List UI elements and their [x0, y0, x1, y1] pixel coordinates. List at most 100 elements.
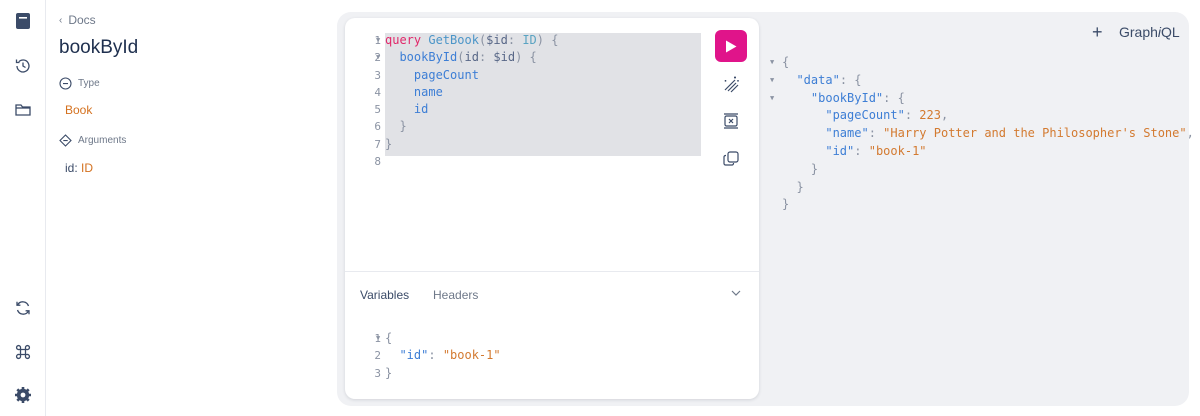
code-token: ) { [536, 33, 559, 47]
settings-icon[interactable] [11, 383, 35, 407]
code-text: } [385, 118, 407, 135]
line-number: 5 [374, 103, 381, 117]
code-line: 3 pageCount [345, 67, 715, 84]
argument-type-link[interactable]: ID [81, 161, 93, 175]
docs-icon[interactable] [11, 9, 35, 33]
code-token: } [385, 136, 393, 151]
result-text: "bookById": { [782, 90, 905, 108]
code-token: id [413, 102, 429, 117]
fold-icon[interactable]: ▼ [770, 90, 774, 108]
docs-back-link[interactable]: ‹ Docs [59, 13, 96, 27]
code-token: "data" [796, 72, 840, 87]
execute-query-button[interactable] [715, 30, 747, 62]
code-token: ID [522, 33, 537, 47]
command-icon[interactable] [11, 340, 35, 364]
tab-variables[interactable]: Variables [360, 288, 409, 302]
code-token: } [782, 179, 804, 194]
argument-separator: : [74, 161, 82, 175]
variables-editor[interactable]: 1 ▼{2 "id": "book-1" 3} [345, 330, 645, 382]
docs-panel: ‹ Docs bookById Type Book Arguments id: … [47, 0, 337, 416]
type-icon [59, 77, 72, 90]
query-editor[interactable]: 1 ▼ query GetBook($id: ID) {2 ▼ bookById(id… [345, 32, 715, 170]
folder-icon[interactable] [11, 98, 35, 122]
argument-item[interactable]: id: ID [65, 161, 93, 175]
code-text: pageCount [385, 67, 479, 84]
prettify-button[interactable] [721, 74, 741, 94]
line-number: 7 [374, 137, 381, 151]
code-token: : [478, 50, 494, 65]
code-token: "Harry Potter and the Philosopher's Ston… [883, 126, 1187, 141]
argument-icon [59, 134, 72, 147]
result-panel: + GraphiQL ▼{▼ "data": {▼ "bookById": { … [762, 12, 1194, 406]
code-line: 1 ▼{ [345, 330, 645, 347]
code-token: : [428, 348, 443, 363]
code-token: } [385, 365, 393, 380]
args-section-label: Arguments [78, 135, 127, 146]
result-text: "data": { [782, 72, 861, 90]
code-text: } [385, 136, 392, 153]
docs-type-section: Type [59, 77, 100, 90]
merge-icon [724, 113, 738, 129]
prettify-icon [724, 76, 739, 93]
merge-fragments-button[interactable] [721, 111, 741, 131]
code-token: } [782, 197, 790, 212]
logo-prefix: Graph [1119, 24, 1158, 40]
code-token: , [940, 108, 949, 123]
result-text: } [782, 196, 789, 214]
code-line: 4 name [345, 84, 715, 101]
code-token: "name" [825, 126, 869, 141]
fold-icon[interactable]: ▼ [376, 32, 380, 49]
code-token: : [507, 33, 523, 47]
code-token: pageCount [413, 67, 479, 82]
code-text: "id": "book-1" [385, 347, 500, 364]
chevron-left-icon: ‹ [59, 14, 63, 26]
code-line: 2 ▼ bookById(id: $id) { [345, 49, 715, 66]
line-number: 4 [374, 85, 381, 99]
copy-query-button[interactable] [721, 148, 741, 168]
fold-icon[interactable]: ▼ [770, 72, 774, 90]
sidebar-rail [0, 0, 46, 416]
line-number: 3 [374, 68, 381, 82]
code-token: } [782, 161, 819, 176]
tab-headers[interactable]: Headers [433, 288, 478, 302]
code-text: id [385, 101, 428, 118]
code-token: "book-1" [868, 143, 927, 158]
query-editor-card: 1 ▼ query GetBook($id: ID) {2 ▼ bookById(id… [345, 18, 759, 399]
code-line: 5 id [345, 101, 715, 118]
docs-args-section: Arguments [59, 134, 126, 147]
code-line: 8 [345, 153, 715, 170]
code-text: query GetBook($id: ID) { [385, 32, 558, 49]
fold-icon[interactable]: ▼ [770, 54, 774, 72]
code-token: ) { [515, 50, 537, 65]
code-token: : [868, 126, 884, 141]
code-text: name [385, 84, 443, 101]
variables-panel: Variables Headers 1 ▼{2 "id": "book-1" 3} [345, 271, 759, 399]
type-link[interactable]: Book [65, 103, 92, 117]
code-token: } [385, 119, 407, 134]
result-text: "id": "book-1" [782, 143, 927, 161]
result-text: } [782, 179, 804, 197]
refetch-icon[interactable] [11, 296, 35, 320]
line-number: 3 [374, 366, 381, 380]
type-section-label: Type [78, 78, 100, 89]
result-text: "pageCount": 223, [782, 107, 948, 125]
code-token: , [1186, 126, 1194, 141]
code-text: } [385, 365, 392, 382]
result-text: { [782, 54, 789, 72]
history-icon[interactable] [11, 54, 35, 78]
code-token: name [413, 84, 443, 99]
result-text: "name": "Harry Potter and the Philosophe… [782, 125, 1194, 143]
fold-icon[interactable]: ▼ [376, 49, 380, 66]
code-token: $id [486, 33, 508, 47]
code-token: "pageCount" [825, 108, 905, 123]
add-tab-button[interactable]: + [1092, 22, 1103, 43]
line-number: 6 [374, 120, 381, 134]
chevron-down-icon[interactable] [729, 286, 743, 300]
fold-icon[interactable]: ▼ [376, 330, 380, 347]
